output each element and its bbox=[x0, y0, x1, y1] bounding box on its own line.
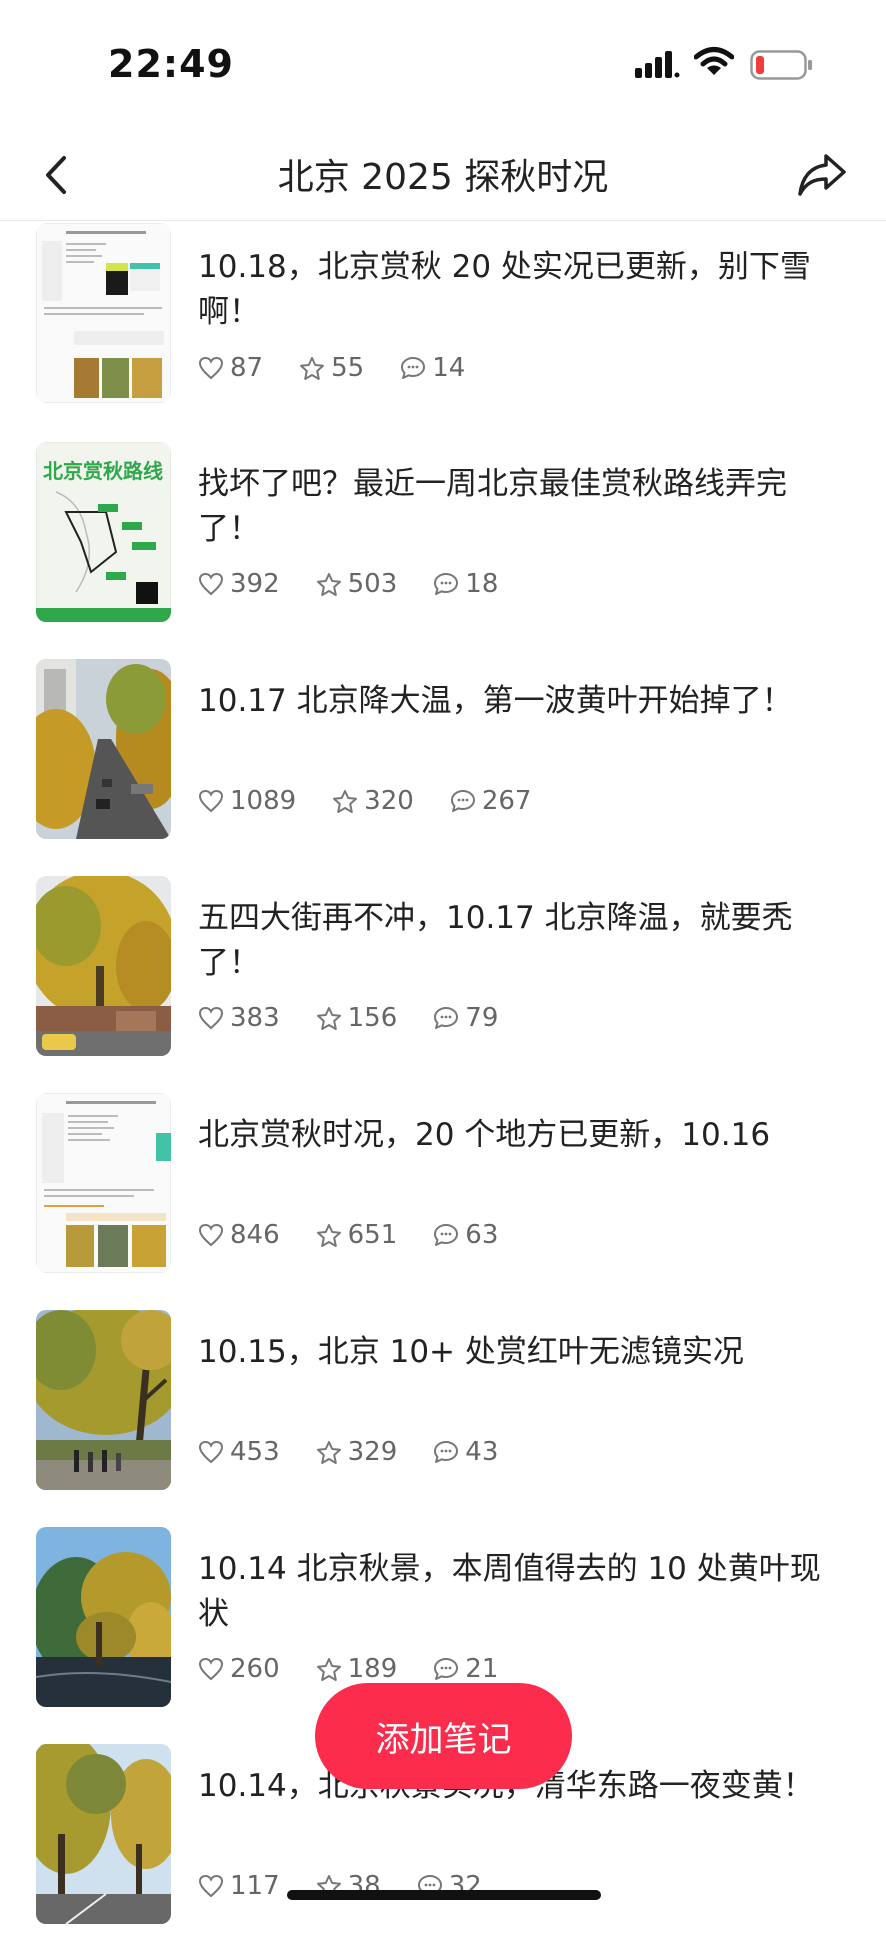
add-note-button[interactable]: 添加笔记 bbox=[315, 1683, 572, 1789]
comment-icon[interactable] bbox=[433, 1006, 459, 1030]
note-title: 10.18，北京赏秋 20 处实况已更新，别下雪啊！ bbox=[198, 249, 811, 330]
comment-count: 18 bbox=[465, 569, 499, 599]
note-stats: 392 503 18 bbox=[198, 564, 534, 604]
collect-count: 320 bbox=[364, 786, 414, 816]
list-item[interactable]: 五四大街再不冲，10.17 北京降温，就要秃了！ 383 156 79 bbox=[0, 872, 886, 1088]
wifi-icon bbox=[694, 47, 734, 75]
like-count: 260 bbox=[230, 1654, 280, 1684]
comment-count: 43 bbox=[465, 1437, 499, 1467]
note-title: 北京赏秋时况，20 个地方已更新，10.16 bbox=[198, 1117, 771, 1153]
comment-icon[interactable] bbox=[400, 356, 426, 380]
comment-count: 14 bbox=[432, 353, 466, 383]
heart-icon[interactable] bbox=[198, 1874, 224, 1898]
note-title: 五四大街再不冲，10.17 北京降温，就要秃了！ bbox=[198, 900, 793, 981]
note-stats: 117 38 32 bbox=[198, 1866, 518, 1906]
note-title: 找坏了吧？最近一周北京最佳赏秋路线弄完了！ bbox=[198, 466, 787, 547]
list-item[interactable]: 10.18，北京赏秋 20 处实况已更新，别下雪啊！ 87 55 14 bbox=[0, 221, 886, 437]
star-icon[interactable] bbox=[316, 1223, 342, 1248]
comment-icon[interactable] bbox=[433, 1223, 459, 1247]
star-icon[interactable] bbox=[299, 356, 325, 381]
heart-icon[interactable] bbox=[198, 356, 224, 380]
note-thumbnail bbox=[36, 1310, 171, 1490]
star-icon[interactable] bbox=[332, 789, 358, 814]
list-item[interactable]: 10.17 北京降大温，第一波黄叶开始掉了！ 1089 320 267 bbox=[0, 655, 886, 871]
note-thumbnail bbox=[36, 1093, 171, 1273]
list-item[interactable]: 北京赏秋时况，20 个地方已更新，10.16 846 651 63 bbox=[0, 1089, 886, 1305]
heart-icon[interactable] bbox=[198, 572, 224, 596]
page-title: 北京 2025 探秋时况 bbox=[277, 157, 609, 198]
like-count: 383 bbox=[230, 1003, 280, 1033]
battery-icon bbox=[750, 50, 812, 80]
home-indicator[interactable] bbox=[287, 1890, 601, 1900]
share-icon[interactable] bbox=[796, 148, 848, 200]
heart-icon[interactable] bbox=[198, 1006, 224, 1030]
note-thumbnail bbox=[36, 876, 171, 1056]
comment-icon[interactable] bbox=[433, 1440, 459, 1464]
heart-icon[interactable] bbox=[198, 1440, 224, 1464]
comment-icon[interactable] bbox=[450, 789, 476, 813]
note-stats: 453 329 43 bbox=[198, 1432, 534, 1472]
like-count: 846 bbox=[230, 1220, 280, 1250]
like-count: 1089 bbox=[230, 786, 297, 816]
note-stats: 383 156 79 bbox=[198, 998, 534, 1038]
note-thumbnail: 北京赏秋路线 bbox=[36, 442, 171, 622]
heart-icon[interactable] bbox=[198, 789, 224, 813]
like-count: 453 bbox=[230, 1437, 280, 1467]
collect-count: 189 bbox=[347, 1654, 398, 1684]
comment-count: 79 bbox=[465, 1003, 499, 1033]
note-thumbnail bbox=[36, 223, 171, 403]
collect-count: 156 bbox=[347, 1003, 398, 1033]
list-item[interactable]: 10.15，北京 10+ 处赏红叶无滤镜实况 453 329 43 bbox=[0, 1306, 886, 1522]
like-count: 392 bbox=[230, 569, 280, 599]
status-bar: 22:49 bbox=[0, 0, 886, 130]
note-title: 10.17 北京降大温，第一波黄叶开始掉了！ bbox=[198, 683, 793, 719]
star-icon[interactable] bbox=[316, 1006, 342, 1031]
collect-count: 503 bbox=[347, 569, 398, 599]
note-title: 10.15，北京 10+ 处赏红叶无滤镜实况 bbox=[198, 1334, 744, 1370]
note-title: 10.14 北京秋景，本周值得去的 10 处黄叶现状 bbox=[198, 1551, 821, 1632]
thumb-title: 北京赏秋路线 bbox=[43, 459, 163, 483]
heart-icon[interactable] bbox=[198, 1223, 224, 1247]
collect-count: 55 bbox=[331, 353, 365, 383]
comment-count: 21 bbox=[465, 1654, 499, 1684]
note-stats: 846 651 63 bbox=[198, 1215, 534, 1255]
note-stats: 87 55 14 bbox=[198, 348, 501, 388]
star-icon[interactable] bbox=[316, 1440, 342, 1465]
note-thumbnail bbox=[36, 1527, 171, 1707]
comment-icon[interactable] bbox=[433, 572, 459, 596]
collect-count: 651 bbox=[347, 1220, 398, 1250]
like-count: 87 bbox=[230, 353, 264, 383]
cellular-signal-icon bbox=[635, 51, 680, 78]
note-thumbnail bbox=[36, 659, 171, 839]
star-icon[interactable] bbox=[316, 572, 342, 597]
comment-count: 63 bbox=[465, 1220, 499, 1250]
note-thumbnail bbox=[36, 1744, 171, 1924]
list-item[interactable]: 北京赏秋路线 找坏了吧？最近一周北京最佳赏秋路线弄完了！ 392 503 18 bbox=[0, 438, 886, 654]
nav-bar: 北京 2025 探秋时况 bbox=[0, 130, 886, 221]
collect-count: 329 bbox=[347, 1437, 398, 1467]
star-icon[interactable] bbox=[316, 1657, 342, 1682]
comment-icon[interactable] bbox=[433, 1657, 459, 1681]
heart-icon[interactable] bbox=[198, 1657, 224, 1681]
status-time: 22:49 bbox=[108, 42, 234, 86]
comment-count: 267 bbox=[481, 786, 532, 816]
like-count: 117 bbox=[230, 1871, 280, 1901]
note-stats: 1089 320 267 bbox=[198, 781, 567, 821]
